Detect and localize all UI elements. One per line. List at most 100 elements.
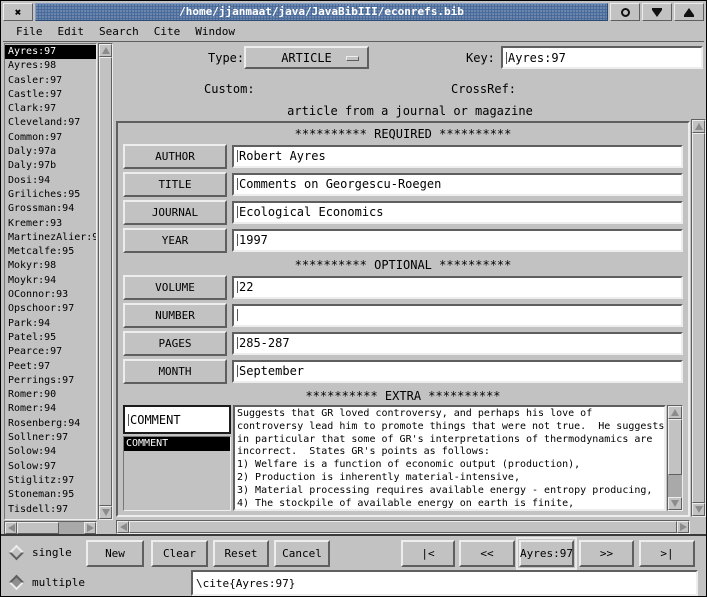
title-label-button[interactable]: TITLE: [123, 172, 227, 197]
form-scroll-right-arrow[interactable]: [677, 521, 689, 533]
extra-field-name-input[interactable]: COMMENT: [123, 405, 231, 434]
mode-single-radio[interactable]: single: [11, 546, 72, 559]
circle-button[interactable]: [610, 3, 640, 21]
lower-window-button[interactable]: [642, 3, 672, 21]
list-item[interactable]: Park:94: [5, 317, 96, 331]
volume-label-button[interactable]: VOLUME: [123, 275, 227, 300]
form-scroll-up-arrow[interactable]: [692, 120, 705, 133]
number-label-button[interactable]: NUMBER: [123, 303, 227, 328]
form-hscroll-trough[interactable]: [129, 521, 677, 533]
title-field[interactable]: Comments on Georgescu-Roegen: [232, 173, 683, 196]
list-item[interactable]: Grossman:94: [5, 202, 96, 216]
form-vscroll-trough[interactable]: [692, 133, 705, 503]
list-item[interactable]: Moykr:94: [5, 274, 96, 288]
comment-vscroll-trough[interactable]: [668, 419, 682, 497]
list-item[interactable]: Common:97: [5, 131, 96, 145]
list-item[interactable]: Clark:97: [5, 102, 96, 116]
type-option-menu[interactable]: ARTICLE: [244, 46, 369, 69]
form-scroll-left-arrow[interactable]: [117, 521, 129, 533]
sidebar-vscroll-thumb[interactable]: [99, 57, 112, 506]
list-item[interactable]: Solow:97: [5, 460, 96, 474]
list-item[interactable]: Griliches:95: [5, 188, 96, 202]
list-item[interactable]: Romer:90: [5, 388, 96, 402]
list-item[interactable]: Mokyr:98: [5, 259, 96, 273]
cite-command-field[interactable]: \cite{Ayres:97}: [191, 570, 698, 596]
month-label-button[interactable]: MONTH: [123, 359, 227, 384]
list-item[interactable]: Stiglitz:97: [5, 474, 96, 488]
comment-vscroll-thumb[interactable]: [668, 419, 682, 475]
list-item[interactable]: Sollner:97: [5, 431, 96, 445]
sidebar-vscroll-trough[interactable]: [99, 57, 112, 506]
volume-value: 22: [239, 280, 253, 294]
nav-current-button[interactable]: Ayres:97: [519, 540, 574, 567]
list-item[interactable]: OConnor:93: [5, 288, 96, 302]
sidebar-scroll-right-arrow[interactable]: [84, 522, 96, 534]
menu-edit[interactable]: Edit: [58, 25, 85, 38]
list-item[interactable]: Solow:94: [5, 445, 96, 459]
year-label-button[interactable]: YEAR: [123, 228, 227, 253]
list-item[interactable]: Tisdell:97: [5, 503, 96, 517]
year-field[interactable]: 1997: [232, 229, 683, 252]
list-item[interactable]: Kremer:93: [5, 217, 96, 231]
nav-previous-button[interactable]: <<: [459, 540, 515, 567]
comment-textarea[interactable]: Suggests that GR loved controversy, and …: [233, 405, 666, 511]
extra-field-name-column: COMMENT COMMENT: [123, 405, 231, 511]
list-item[interactable]: Daly:97a: [5, 145, 96, 159]
nav-last-button[interactable]: >|: [639, 540, 695, 567]
menu-window[interactable]: Window: [195, 25, 235, 38]
close-button[interactable]: ✖: [3, 3, 33, 21]
pages-label-button[interactable]: PAGES: [123, 331, 227, 356]
form-vscroll-thumb[interactable]: [692, 133, 705, 503]
list-item[interactable]: Castle:97: [5, 88, 96, 102]
list-item[interactable]: Peet:97: [5, 360, 96, 374]
month-field[interactable]: September: [232, 360, 683, 383]
raise-window-button[interactable]: [674, 3, 704, 21]
sidebar-scroll-down-arrow[interactable]: [99, 506, 112, 519]
journal-field[interactable]: Ecological Economics: [232, 201, 683, 224]
nav-first-button[interactable]: |<: [401, 540, 455, 567]
comment-scroll-down-arrow[interactable]: [668, 497, 682, 510]
list-item[interactable]: Ayres:98: [5, 59, 96, 73]
pages-value: 285-287: [239, 336, 290, 350]
author-field[interactable]: Robert Ayres: [232, 145, 683, 168]
list-item[interactable]: COMMENT: [124, 437, 230, 451]
list-item[interactable]: Pearce:97: [5, 345, 96, 359]
list-item[interactable]: Cleveland:97: [5, 116, 96, 130]
list-item[interactable]: Ayres:97: [5, 45, 96, 59]
menu-cite[interactable]: Cite: [154, 25, 181, 38]
list-item[interactable]: Metcalfe:95: [5, 245, 96, 259]
key-field[interactable]: Ayres:97: [501, 46, 703, 69]
list-item[interactable]: Perrings:97: [5, 374, 96, 388]
list-item[interactable]: Rosenberg:94: [5, 417, 96, 431]
list-item[interactable]: MartinezAlier:9: [5, 231, 96, 245]
list-item[interactable]: Patel:95: [5, 331, 96, 345]
window-title[interactable]: /home/jjanmaat/java/JavaBibIII/econrefs.…: [35, 3, 608, 21]
list-item[interactable]: Romer:94: [5, 402, 96, 416]
cancel-button[interactable]: Cancel: [274, 540, 330, 567]
sidebar-scroll-up-arrow[interactable]: [99, 44, 112, 57]
extra-field-name-value: COMMENT: [130, 413, 181, 427]
list-item[interactable]: Opschoor:97: [5, 302, 96, 316]
sidebar-hscroll-thumb[interactable]: [17, 522, 59, 534]
nav-next-button[interactable]: >>: [579, 540, 634, 567]
menu-search[interactable]: Search: [99, 25, 139, 38]
list-item[interactable]: Dosi:94: [5, 174, 96, 188]
form-hscroll-thumb[interactable]: [129, 521, 677, 533]
menu-file[interactable]: File: [16, 25, 43, 38]
volume-field[interactable]: 22: [232, 276, 683, 299]
mode-multiple-radio[interactable]: multiple: [11, 576, 85, 589]
pages-field[interactable]: 285-287: [232, 332, 683, 355]
sidebar-scroll-left-arrow[interactable]: [5, 522, 17, 534]
comment-scroll-up-arrow[interactable]: [668, 406, 682, 419]
form-scroll-down-arrow[interactable]: [692, 503, 705, 516]
author-label-button[interactable]: AUTHOR: [123, 144, 227, 169]
list-item[interactable]: Casler:97: [5, 74, 96, 88]
sidebar-hscroll-trough[interactable]: [17, 522, 84, 534]
list-item[interactable]: Daly:97b: [5, 159, 96, 173]
journal-label-button[interactable]: JOURNAL: [123, 200, 227, 225]
list-item[interactable]: Stoneman:95: [5, 488, 96, 502]
new-button[interactable]: New: [86, 540, 144, 567]
clear-button[interactable]: Clear: [151, 540, 208, 567]
reset-button[interactable]: Reset: [213, 540, 269, 567]
number-field[interactable]: [232, 304, 683, 327]
